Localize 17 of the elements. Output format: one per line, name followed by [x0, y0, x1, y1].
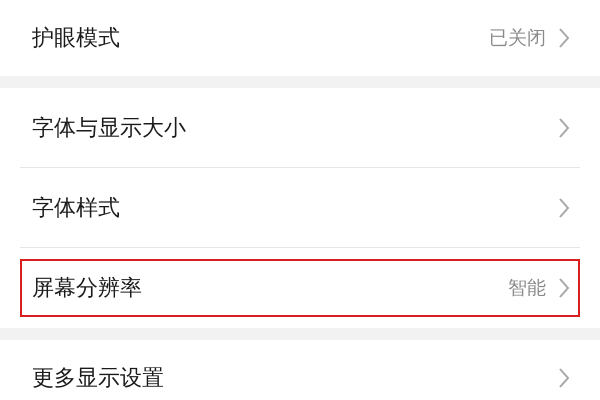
settings-row[interactable]: 屏幕分辨率 智能	[20, 259, 580, 317]
row-label: 更多显示设置	[32, 364, 165, 392]
row-label: 字体样式	[32, 194, 121, 222]
row-label: 护眼模式	[32, 24, 121, 52]
chevron-right-icon	[558, 277, 570, 299]
chevron-right-icon	[558, 27, 570, 49]
row-label: 字体与显示大小	[32, 114, 187, 142]
row-label: 屏幕分辨率	[32, 274, 143, 302]
chevron-right-icon	[558, 197, 570, 219]
settings-row[interactable]: 更多显示设置	[20, 349, 580, 400]
row-value: 已关闭	[489, 26, 546, 51]
settings-row[interactable]: 字体样式	[20, 179, 580, 237]
chevron-right-icon	[558, 117, 570, 139]
row-value: 智能	[508, 276, 546, 301]
settings-row[interactable]: 护眼模式 已关闭	[20, 9, 580, 67]
settings-row[interactable]: 字体与显示大小	[20, 99, 580, 157]
chevron-right-icon	[558, 367, 570, 389]
